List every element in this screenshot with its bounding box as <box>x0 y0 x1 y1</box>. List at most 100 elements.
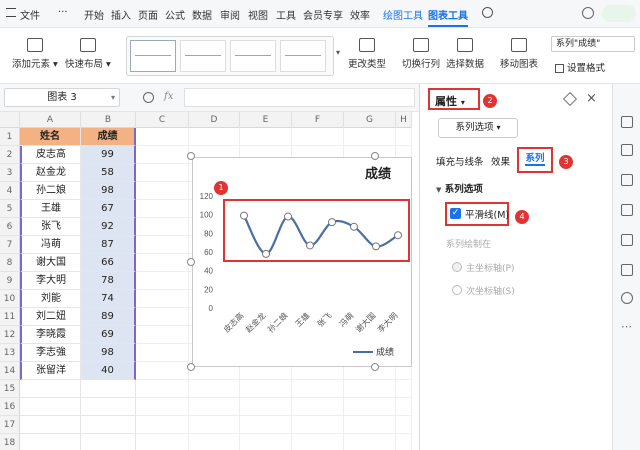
score-cell[interactable]: 40 <box>81 362 136 380</box>
cloud-icon[interactable] <box>602 5 636 22</box>
score-cell[interactable]: 78 <box>81 272 136 290</box>
menu-file[interactable]: 文件 <box>20 7 40 22</box>
magic-icon[interactable] <box>621 234 633 246</box>
row-header[interactable]: 12 <box>0 326 20 344</box>
chart-style-thumb-2[interactable] <box>180 40 226 72</box>
grid-cell[interactable] <box>292 434 344 450</box>
name-cell[interactable]: 赵金龙 <box>20 164 81 182</box>
add-element-button[interactable]: 添加元素 ▾ <box>12 38 58 70</box>
empty-cell[interactable] <box>81 380 136 398</box>
grid-cell[interactable] <box>292 416 344 434</box>
fold-ribbon-icon[interactable] <box>582 7 594 19</box>
resize-handle-tl[interactable] <box>187 152 195 160</box>
select-all-corner[interactable] <box>0 112 20 128</box>
column-header-e[interactable]: E <box>240 112 292 128</box>
menu-tab-view[interactable]: 视图 <box>248 7 268 22</box>
grid-cell[interactable] <box>136 416 189 434</box>
gallery-expand-icon[interactable]: ▾ <box>336 48 340 57</box>
score-cell[interactable]: 99 <box>81 146 136 164</box>
grid-cell[interactable] <box>189 128 240 146</box>
header-name-cell[interactable]: 姓名 <box>20 128 81 146</box>
primary-axis-radio[interactable] <box>452 262 462 272</box>
name-cell[interactable]: 谢大国 <box>20 254 81 272</box>
column-header-f[interactable]: F <box>292 112 344 128</box>
name-cell[interactable]: 皮志高 <box>20 146 81 164</box>
menu-tab-home[interactable]: 开始 <box>84 7 104 22</box>
row-header[interactable]: 18 <box>0 434 20 450</box>
zoom-icon[interactable] <box>143 92 154 103</box>
grid-cell[interactable] <box>136 218 189 236</box>
score-cell[interactable]: 74 <box>81 290 136 308</box>
grid-cell[interactable] <box>344 128 396 146</box>
select-data-button[interactable]: 选择数据 <box>446 38 484 70</box>
grid-cell[interactable] <box>136 236 189 254</box>
chart-style-thumb-3[interactable] <box>230 40 276 72</box>
grid-cell[interactable] <box>136 128 189 146</box>
name-box[interactable]: 图表 3 ▾ <box>4 88 120 107</box>
score-cell[interactable]: 92 <box>81 218 136 236</box>
grid-cell[interactable] <box>189 416 240 434</box>
grid-cell[interactable] <box>136 308 189 326</box>
score-cell[interactable]: 98 <box>81 344 136 362</box>
menu-tab-tools[interactable]: 工具 <box>276 7 296 22</box>
name-cell[interactable]: 李志強 <box>20 344 81 362</box>
empty-cell[interactable] <box>20 380 81 398</box>
grid-cell[interactable] <box>136 434 189 450</box>
grid-cell[interactable] <box>136 272 189 290</box>
grid-cell[interactable] <box>344 380 396 398</box>
grid-cell[interactable] <box>189 398 240 416</box>
tab-fill-line[interactable]: 填充与线条 <box>436 154 484 168</box>
switch-rowcol-button[interactable]: 切换行列 <box>402 38 440 70</box>
row-header[interactable]: 7 <box>0 236 20 254</box>
name-cell[interactable]: 冯萌 <box>20 236 81 254</box>
column-header-g[interactable]: G <box>344 112 396 128</box>
row-header[interactable]: 8 <box>0 254 20 272</box>
grid-cell[interactable] <box>136 200 189 218</box>
score-cell[interactable]: 67 <box>81 200 136 218</box>
grid-cell[interactable] <box>136 182 189 200</box>
score-cell[interactable]: 69 <box>81 326 136 344</box>
name-cell[interactable]: 张留洋 <box>20 362 81 380</box>
grid-cell[interactable] <box>136 362 189 380</box>
series-selector[interactable]: 系列"成绩" <box>551 36 635 52</box>
name-cell[interactable]: 刘能 <box>20 290 81 308</box>
grid-cell[interactable] <box>136 344 189 362</box>
name-cell[interactable]: 刘二妞 <box>20 308 81 326</box>
pin-icon[interactable] <box>562 91 578 107</box>
grid-cell[interactable] <box>344 416 396 434</box>
grid-cell[interactable] <box>136 146 189 164</box>
chart-title[interactable]: 成绩 <box>365 166 391 181</box>
row-header[interactable]: 1 <box>0 128 20 146</box>
export-icon[interactable] <box>621 174 633 186</box>
chart-style-thumb-4[interactable] <box>280 40 326 72</box>
more-icon[interactable]: ⋯ <box>621 320 633 333</box>
search-icon[interactable] <box>482 7 493 18</box>
chart-legend[interactable]: 成绩 <box>353 346 394 357</box>
cursor-icon[interactable] <box>621 116 633 128</box>
menu-tab-efficiency[interactable]: 效率 <box>350 7 370 22</box>
grid-cell[interactable] <box>189 380 240 398</box>
secondary-axis-radio[interactable] <box>452 285 462 295</box>
resize-handle-b[interactable] <box>371 363 379 371</box>
row-header[interactable]: 17 <box>0 416 20 434</box>
menu-tab-insert[interactable]: 插入 <box>111 7 131 22</box>
menu-tab-member[interactable]: 会员专享 <box>303 7 343 22</box>
menu-tab-drawing-tools[interactable]: 绘图工具 <box>383 7 423 22</box>
grid-cell[interactable] <box>240 128 292 146</box>
column-header-a[interactable]: A <box>20 112 81 128</box>
row-header[interactable]: 4 <box>0 182 20 200</box>
smooth-line-label[interactable]: 平滑线(M) <box>465 207 509 221</box>
empty-cell[interactable] <box>81 434 136 450</box>
chart-icon[interactable] <box>621 204 633 216</box>
empty-cell[interactable] <box>81 416 136 434</box>
row-header[interactable]: 13 <box>0 344 20 362</box>
column-header-c[interactable]: C <box>136 112 189 128</box>
name-cell[interactable]: 李晓霞 <box>20 326 81 344</box>
grid-cell[interactable] <box>136 254 189 272</box>
resize-handle-t[interactable] <box>371 152 379 160</box>
grid-cell[interactable] <box>240 380 292 398</box>
grid-cell[interactable] <box>240 416 292 434</box>
format-setting-button[interactable]: 设置格式 <box>555 60 605 74</box>
name-cell[interactable]: 孙二娘 <box>20 182 81 200</box>
menu-tab-data[interactable]: 数据 <box>192 7 212 22</box>
